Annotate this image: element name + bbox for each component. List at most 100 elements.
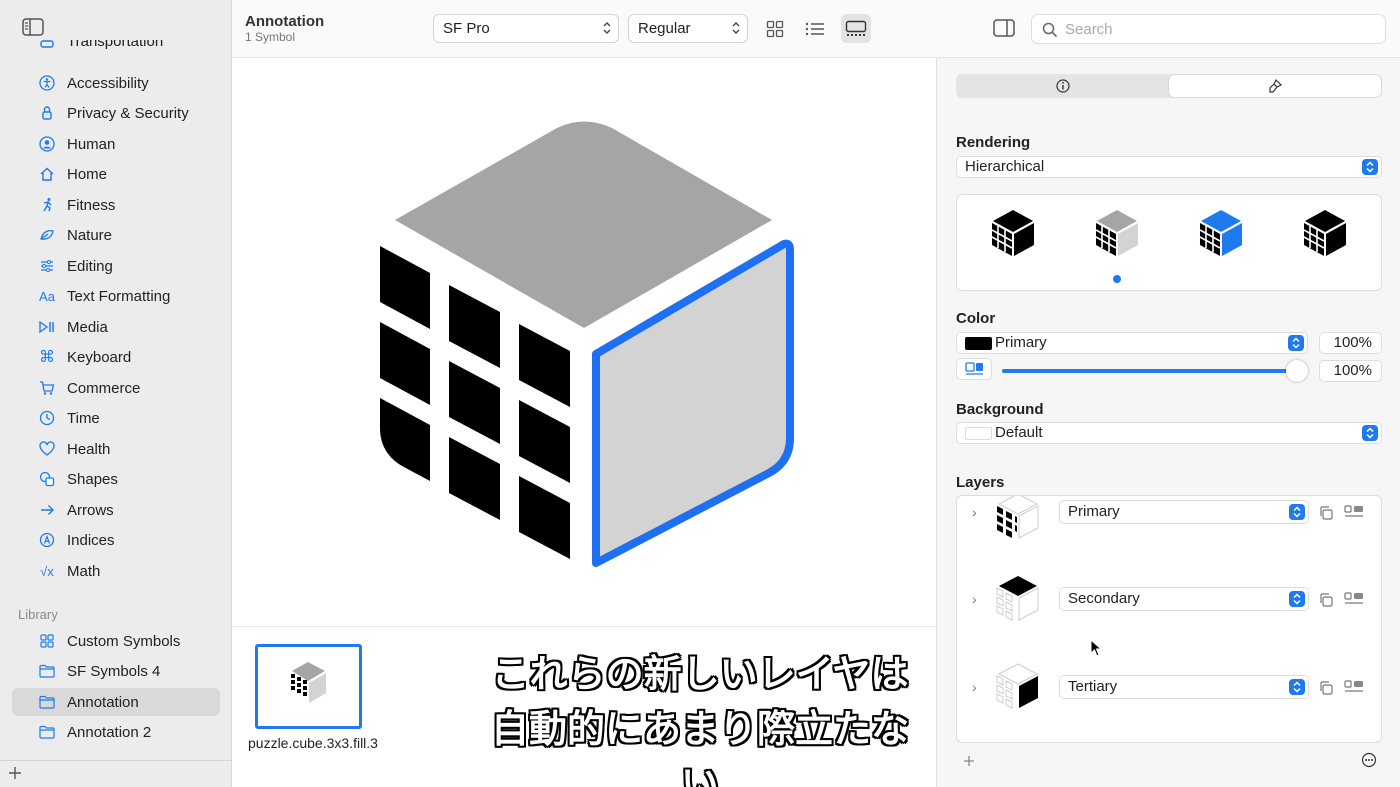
sidebar-item-label: Custom Symbols (67, 632, 181, 650)
gallery-view-button[interactable] (841, 14, 871, 43)
folder-icon (38, 693, 56, 711)
grid-view-button[interactable] (760, 14, 790, 43)
sidebar-toggle-icon[interactable] (22, 18, 44, 36)
more-options-icon[interactable] (1361, 752, 1377, 768)
layer-level-popup[interactable]: Tertiary (1059, 675, 1309, 699)
disclosure-chevron-icon[interactable]: › (972, 591, 977, 607)
sidebar-item-math[interactable]: √x Math (12, 557, 220, 585)
toolbar: Annotation 1 Symbol SF Pro Regular (232, 0, 1400, 58)
font-popup[interactable]: SF Pro (433, 14, 619, 43)
sidebar-item-annotation[interactable]: Annotation (12, 688, 220, 716)
layer-level-value: Tertiary (1068, 678, 1118, 695)
list-view-icon (805, 22, 824, 35)
font-popup-value: SF Pro (443, 20, 490, 37)
mouse-cursor-icon (1090, 639, 1102, 657)
monochrome-mode-icon[interactable] (985, 205, 1041, 261)
layers-section-title: Layers (956, 474, 1005, 491)
sidebar-item-label: Fitness (67, 196, 116, 214)
layer-level-popup[interactable]: Secondary (1059, 587, 1309, 611)
sidebar-item-label: Math (67, 562, 101, 580)
rendering-mode-value: Hierarchical (965, 158, 1045, 175)
sidebar-item-text-formatting[interactable]: Aa Text Formatting (12, 282, 220, 310)
layer-level-popup[interactable]: Primary (1059, 500, 1309, 524)
sidebar-item-accessibility[interactable]: Accessibility (12, 69, 220, 97)
search-field[interactable] (1031, 14, 1386, 44)
layer-mapping-icon[interactable] (1344, 591, 1364, 607)
sidebar-item-commerce[interactable]: Commerce (12, 374, 220, 402)
sidebar-item-editing[interactable]: Editing (12, 252, 220, 280)
opacity-slider-knob[interactable] (1286, 360, 1308, 382)
search-icon (1042, 22, 1058, 38)
sidebar-item-nature[interactable]: Nature (12, 221, 220, 249)
rendering-mode-popup[interactable]: Hierarchical (956, 156, 1382, 178)
updown-stepper-icon (1289, 504, 1305, 520)
updown-stepper-icon (1289, 591, 1305, 607)
sidebar-item-label: Transportation (67, 40, 164, 50)
play-pause-icon (38, 318, 56, 336)
arrow-right-icon (38, 501, 56, 519)
layer-secondary-thumbnail-icon (996, 576, 1039, 621)
palette-mode-icon[interactable] (1193, 205, 1249, 261)
sidebar-item-annotation-2[interactable]: Annotation 2 (12, 718, 220, 746)
search-input[interactable] (1065, 19, 1365, 39)
disclosure-chevron-icon[interactable]: › (972, 504, 977, 520)
tab-customize[interactable] (1169, 75, 1381, 97)
disclosure-chevron-icon[interactable]: › (972, 679, 977, 695)
layer-row-secondary[interactable]: › Secondary (957, 576, 1381, 656)
color-mode-button[interactable] (956, 358, 992, 380)
layer-row-tertiary[interactable]: › Tertiary (957, 663, 1381, 742)
multicolor-mode-icon[interactable] (1297, 205, 1353, 261)
layer-row-primary[interactable]: › Primary (957, 496, 1381, 576)
sidebar-item-transportation[interactable]: Transportation (12, 40, 220, 58)
rendering-mode-picker (956, 194, 1382, 291)
sidebar-item-shapes[interactable]: Shapes (12, 465, 220, 493)
info-icon (1055, 79, 1070, 93)
weight-popup[interactable]: Regular (628, 14, 748, 43)
puzzle-cube-thumbnail-icon (291, 662, 326, 703)
inspector-panel: Rendering Hierarchical Color Primary 100… (936, 58, 1400, 787)
sidebar-item-sf-symbols-4[interactable]: SF Symbols 4 (12, 657, 220, 685)
layer-mapping-icon[interactable] (1344, 504, 1364, 520)
duplicate-layer-icon[interactable] (1318, 505, 1334, 521)
slider-opacity-field[interactable]: 100% (1319, 360, 1382, 382)
sidebar-item-custom-symbols[interactable]: Custom Symbols (12, 627, 220, 655)
symbol-name-label: puzzle.cube.3x3.fill.3 (248, 735, 378, 751)
updown-chevron-icon (603, 22, 611, 34)
color-opacity-field[interactable]: 100% (1319, 332, 1382, 354)
sidebar-item-label: Health (67, 440, 111, 458)
opacity-slider-track[interactable] (1002, 369, 1298, 373)
heart-icon (38, 440, 56, 458)
list-view-button[interactable] (800, 14, 830, 43)
add-layer-button[interactable] (963, 751, 975, 772)
gallery-view-icon (845, 20, 867, 36)
hierarchical-mode-icon[interactable] (1089, 205, 1145, 261)
layer-mapping-icon[interactable] (1344, 679, 1364, 695)
sidebar-item-keyboard[interactable]: ⌘ Keyboard (12, 343, 220, 371)
inspector-toggle-icon[interactable] (993, 19, 1015, 37)
sidebar-item-time[interactable]: Time (12, 404, 220, 432)
sidebar-item-label: Editing (67, 257, 113, 275)
accessibility-icon (38, 74, 56, 92)
folder-icon (38, 662, 56, 680)
library-section-header: Library (18, 607, 58, 622)
sidebar-item-human[interactable]: Human (12, 130, 220, 158)
sidebar-item-home[interactable]: Home (12, 160, 220, 188)
background-popup[interactable]: Default (956, 422, 1382, 444)
color-popup[interactable]: Primary (956, 332, 1308, 354)
sidebar-item-privacy-security[interactable]: Privacy & Security (12, 99, 220, 127)
sidebar-item-health[interactable]: Health (12, 435, 220, 463)
add-collection-button[interactable] (8, 766, 24, 782)
duplicate-layer-icon[interactable] (1318, 592, 1334, 608)
sidebar-item-indices[interactable]: Indices (12, 526, 220, 554)
sidebar-item-label: Time (67, 409, 100, 427)
duplicate-layer-icon[interactable] (1318, 680, 1334, 696)
tab-info[interactable] (957, 75, 1168, 97)
rendering-section-title: Rendering (956, 134, 1031, 151)
symbol-thumbnail[interactable] (255, 644, 362, 729)
sidebar-item-fitness[interactable]: Fitness (12, 191, 220, 219)
sidebar-item-label: Text Formatting (67, 287, 171, 305)
sidebar-item-media[interactable]: Media (12, 313, 220, 341)
sidebar-item-arrows[interactable]: Arrows (12, 496, 220, 524)
window-title: Annotation (245, 13, 325, 30)
sidebar-item-label: Commerce (67, 379, 141, 397)
